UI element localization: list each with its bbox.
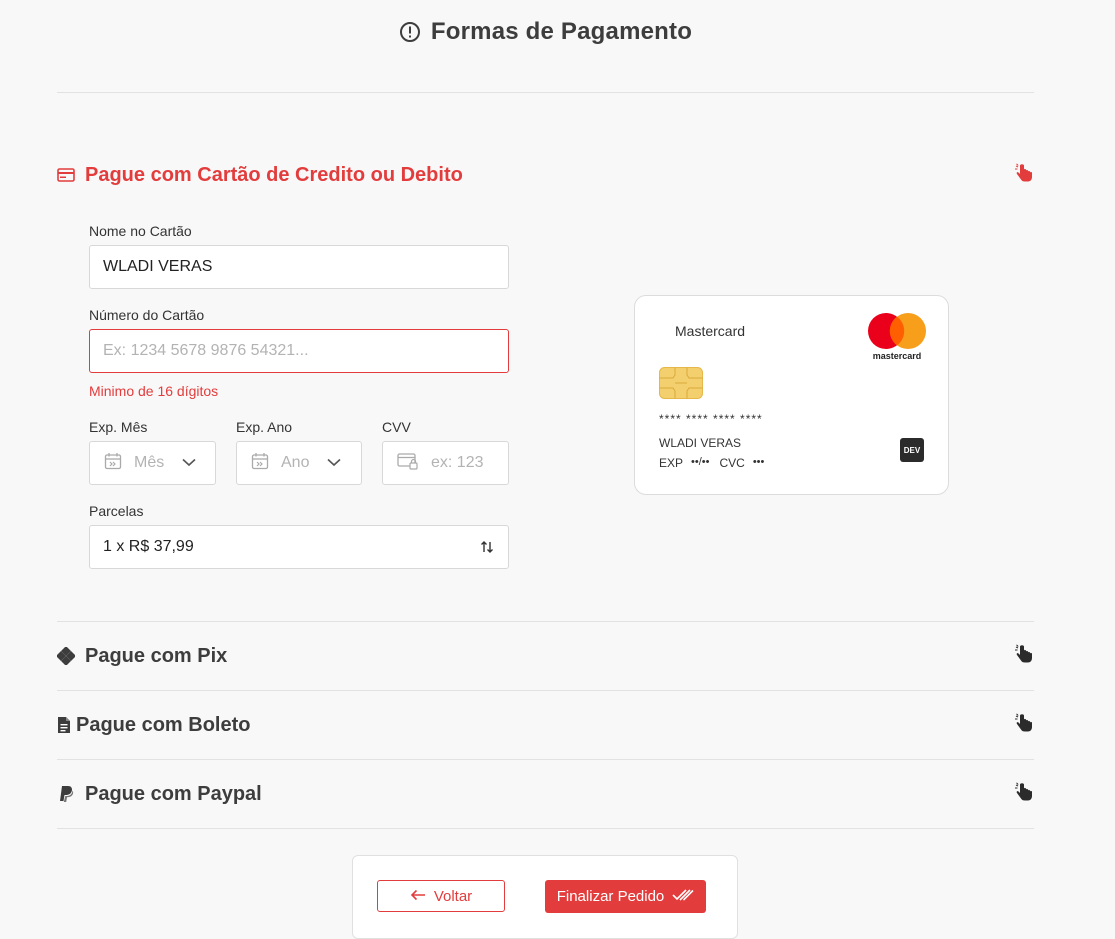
paypal-icon <box>57 785 75 803</box>
card-exp-value: ••/•• <box>691 456 710 468</box>
chevron-down-icon <box>327 454 342 472</box>
card-number-label: Número do Cartão <box>89 307 205 323</box>
exp-month-placeholder: Mês <box>134 454 165 471</box>
cardholder-name-value: WLADI VERAS <box>103 258 213 275</box>
card-number-input[interactable]: Ex: 1234 5678 9876 54321... <box>89 329 509 373</box>
exp-year-placeholder: Ano <box>281 454 310 471</box>
alert-circle-icon <box>399 21 421 43</box>
name-label: Nome no Cartão <box>89 223 192 239</box>
exp-year-select[interactable]: Ano <box>236 441 362 485</box>
divider <box>57 621 1034 622</box>
divider <box>57 690 1034 691</box>
card-preview: Mastercard mastercard **** **** **** ***… <box>634 295 949 495</box>
cardholder-name-input[interactable]: WLADI VERAS <box>89 245 509 289</box>
card-preview-holder: WLADI VERAS <box>659 436 742 450</box>
section-pix-header[interactable]: Pague com Pix <box>57 639 1034 673</box>
dev-badge: DEV <box>900 438 924 462</box>
exp-month-select[interactable]: Mês <box>89 441 216 485</box>
back-button[interactable]: Voltar <box>377 880 505 912</box>
arrow-left-icon <box>410 888 426 905</box>
card-preview-exp-row: EXP ••/•• CVC ••• <box>659 456 764 470</box>
card-number-placeholder: Ex: 1234 5678 9876 54321... <box>103 342 309 359</box>
divider <box>57 828 1034 829</box>
installments-select[interactable]: 1 x R$ 37,99 <box>89 525 509 569</box>
section-card-header[interactable]: Pague com Cartão de Credito ou Debito <box>57 158 1034 192</box>
credit-card-icon <box>57 168 75 182</box>
installments-label: Parcelas <box>89 503 144 519</box>
section-card-label: Pague com Cartão de Credito ou Debito <box>85 163 463 186</box>
section-pix-label: Pague com Pix <box>85 644 228 667</box>
page-title: Formas de Pagamento <box>430 18 693 45</box>
page-header: Formas de Pagamento <box>0 18 1091 46</box>
cvv-label: CVV <box>382 419 411 435</box>
hand-pointer-icon <box>1014 644 1034 669</box>
footer-actions: Voltar Finalizar Pedido <box>352 855 738 939</box>
exp-year-label: Exp. Ano <box>236 419 293 435</box>
back-button-label: Voltar <box>433 887 473 905</box>
sort-arrows-icon <box>480 540 494 559</box>
section-boleto-header[interactable]: Pague com Boleto <box>57 708 1034 742</box>
finish-order-button[interactable]: Finalizar Pedido <box>545 880 706 913</box>
card-cvc-value: ••• <box>752 456 765 468</box>
card-cvc-label: CVC <box>719 456 745 470</box>
divider <box>57 759 1034 760</box>
card-chip-icon <box>659 367 703 404</box>
card-lock-icon <box>397 452 419 475</box>
chevron-down-icon <box>182 454 196 472</box>
divider <box>57 92 1034 93</box>
mastercard-logo-icon: mastercard <box>866 312 928 367</box>
section-paypal-label: Pague com Paypal <box>85 782 262 805</box>
hand-pointer-icon <box>1014 163 1034 188</box>
pix-icon <box>57 647 75 665</box>
finish-order-label: Finalizar Pedido <box>556 888 665 905</box>
exp-month-label: Exp. Mês <box>89 419 148 435</box>
double-check-icon <box>672 888 694 906</box>
hand-pointer-icon <box>1014 782 1034 807</box>
hand-pointer-icon <box>1014 713 1034 738</box>
section-boleto-label: Pague com Boleto <box>76 713 251 736</box>
mastercard-logo-text: mastercard <box>872 351 922 361</box>
document-icon <box>57 716 71 734</box>
installments-value: 1 x R$ 37,99 <box>103 538 194 555</box>
card-exp-label: EXP <box>659 456 684 470</box>
cvv-input[interactable]: ex: 123 <box>382 441 509 485</box>
calendar-icon <box>251 452 269 475</box>
cvv-placeholder: ex: 123 <box>431 454 484 471</box>
card-preview-number: **** **** **** **** <box>659 412 763 426</box>
calendar-icon <box>104 452 122 475</box>
section-paypal-header[interactable]: Pague com Paypal <box>57 777 1034 811</box>
card-number-error: Minimo de 16 dígitos <box>89 383 219 399</box>
card-brand-name: Mastercard <box>675 323 746 339</box>
